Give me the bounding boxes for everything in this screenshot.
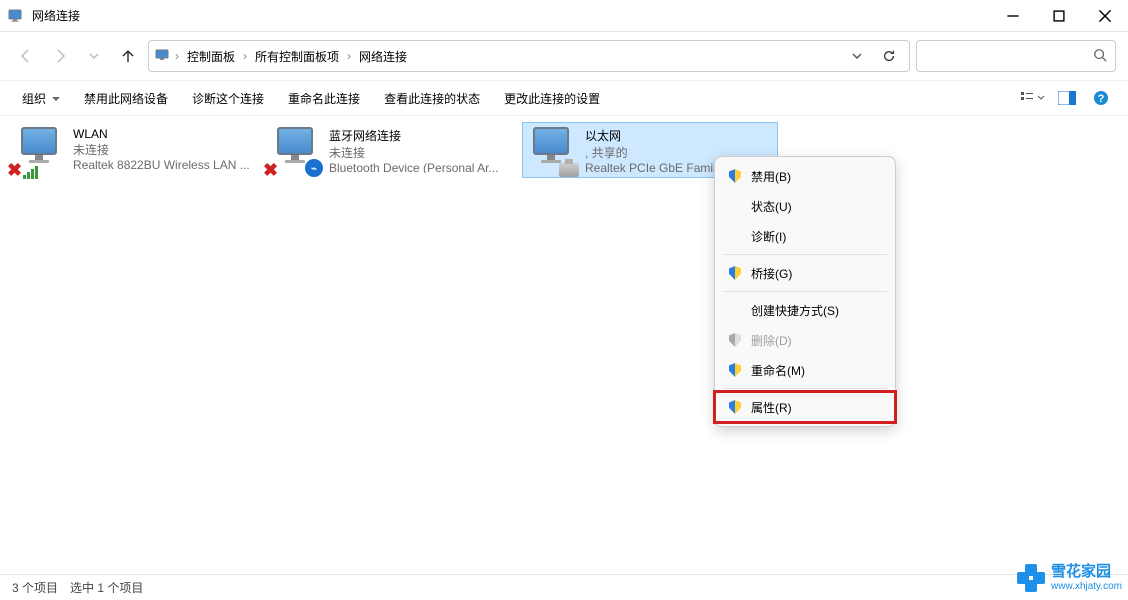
connection-name: WLAN [73,127,250,141]
chevron-right-icon: › [347,49,351,63]
ctx-properties[interactable]: 属性(R) [715,392,895,422]
content-area: ✖ WLAN 未连接 Realtek 8822BU Wireless LAN .… [0,116,1128,574]
change-settings-button[interactable]: 更改此连接的设置 [494,86,610,111]
breadcrumb-all-items[interactable]: 所有控制面板项 [251,46,343,67]
chevron-right-icon: › [175,49,179,63]
breadcrumb-box[interactable]: › 控制面板 › 所有控制面板项 › 网络连接 [148,40,910,72]
watermark-title: 雪花家园 [1051,564,1122,581]
ethernet-icon [529,127,577,175]
close-button[interactable] [1082,0,1128,32]
address-bar: › 控制面板 › 所有控制面板项 › 网络连接 [0,32,1128,80]
diagnose-button[interactable]: 诊断这个连接 [182,86,274,111]
chevron-right-icon: › [243,49,247,63]
ctx-label: 创建快捷方式(S) [751,302,839,319]
forward-button[interactable] [46,42,74,70]
svg-text:?: ? [1098,93,1105,105]
breadcrumb-network-connections[interactable]: 网络连接 [355,46,411,67]
disable-device-button[interactable]: 禁用此网络设备 [74,86,178,111]
status-bar: 3 个项目 选中 1 个项目 [0,574,1128,600]
rename-button[interactable]: 重命名此连接 [278,86,370,111]
location-icon [155,47,171,66]
ctx-disable[interactable]: 禁用(B) [715,161,895,191]
connection-name: 以太网 [585,127,726,144]
search-input[interactable] [925,49,1093,63]
up-button[interactable] [114,42,142,70]
recent-button[interactable] [80,42,108,70]
shield-icon [727,363,743,377]
status-selected-count: 选中 1 个项目 [70,579,143,596]
organize-button[interactable]: 组织 [12,86,70,111]
maximize-button[interactable] [1036,0,1082,32]
back-button[interactable] [12,42,40,70]
menu-separator [723,388,887,389]
menu-separator [723,254,887,255]
refresh-button[interactable] [875,42,903,70]
ctx-label: 属性(R) [751,399,792,416]
connection-state: , 共享的 [585,144,726,161]
shield-icon [727,333,743,347]
ctx-label: 重命名(M) [751,362,805,379]
window-title: 网络连接 [32,7,80,24]
ctx-label: 诊断(I) [751,228,786,245]
connection-device: Bluetooth Device (Personal Ar... [329,161,498,173]
shield-icon [727,400,743,414]
ctx-label: 删除(D) [751,332,792,349]
ctx-label: 禁用(B) [751,168,791,185]
view-status-button[interactable]: 查看此连接的状态 [374,86,490,111]
wlan-icon: ✖ [17,127,65,175]
menu-separator [723,291,887,292]
help-button[interactable]: ? [1086,84,1116,112]
connection-state: 未连接 [329,144,498,161]
ctx-rename[interactable]: 重命名(M) [715,355,895,385]
breadcrumb-control-panel[interactable]: 控制面板 [183,46,239,67]
connection-bluetooth[interactable]: ✖ ⌁ 蓝牙网络连接 未连接 Bluetooth Device (Persona… [266,122,522,178]
shield-icon [727,169,743,183]
connection-name: 蓝牙网络连接 [329,127,498,144]
connection-device: Realtek PCIe GbE Famil... [585,161,726,173]
command-bar: 组织 禁用此网络设备 诊断这个连接 重命名此连接 查看此连接的状态 更改此连接的… [0,80,1128,116]
preview-pane-button[interactable] [1052,84,1082,112]
ctx-status[interactable]: 状态(U) [715,191,895,221]
bluetooth-icon: ✖ ⌁ [273,127,321,175]
ctx-label: 桥接(G) [751,265,792,282]
view-options-button[interactable] [1018,84,1048,112]
status-item-count: 3 个项目 [12,579,58,596]
title-bar: 网络连接 [0,0,1128,32]
ctx-create-shortcut[interactable]: 创建快捷方式(S) [715,295,895,325]
watermark-logo-icon [1017,564,1045,592]
search-box[interactable] [916,40,1116,72]
connection-state: 未连接 [73,141,250,158]
watermark: 雪花家园 www.xhjaty.com [1017,564,1122,592]
search-icon[interactable] [1093,48,1107,65]
ctx-delete: 删除(D) [715,325,895,355]
ctx-label: 状态(U) [751,198,792,215]
minimize-button[interactable] [990,0,1036,32]
app-icon [8,8,24,24]
context-menu: 禁用(B) 状态(U) 诊断(I) 桥接(G) 创建快捷方式(S) 删除(D) … [714,156,896,427]
ctx-bridge[interactable]: 桥接(G) [715,258,895,288]
address-dropdown-button[interactable] [843,42,871,70]
connection-device: Realtek 8822BU Wireless LAN ... [73,158,250,172]
shield-icon [727,266,743,280]
connection-wlan[interactable]: ✖ WLAN 未连接 Realtek 8822BU Wireless LAN .… [10,122,266,178]
watermark-url: www.xhjaty.com [1051,581,1122,592]
ctx-diagnose[interactable]: 诊断(I) [715,221,895,251]
